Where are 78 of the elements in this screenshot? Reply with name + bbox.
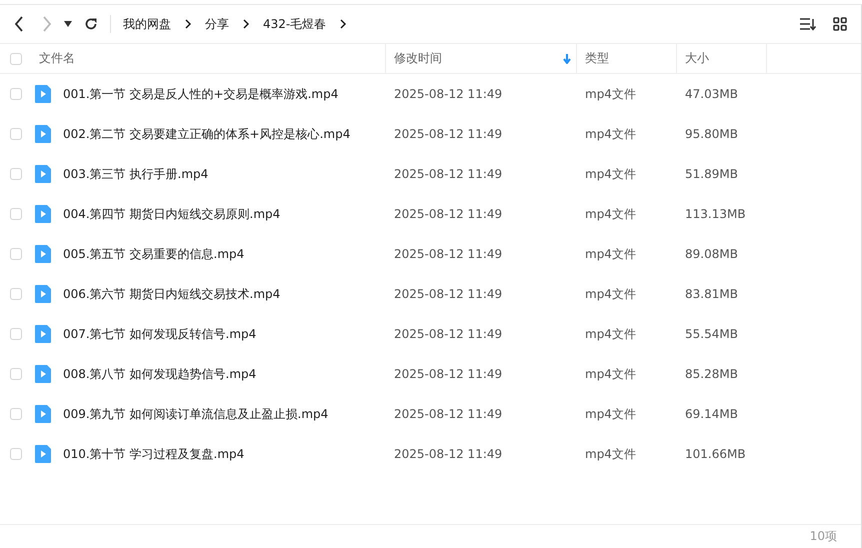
dropdown-icon[interactable]: [64, 21, 72, 27]
file-type: mp4文件: [585, 286, 636, 302]
file-size: 101.66MB: [685, 447, 746, 461]
modified-time: 2025-08-12 11:49: [394, 87, 502, 101]
row-checkbox[interactable]: [10, 208, 22, 220]
select-all-checkbox[interactable]: [10, 52, 22, 64]
video-file-icon: [35, 85, 51, 103]
row-checkbox[interactable]: [10, 248, 22, 260]
video-file-icon: [35, 405, 51, 423]
column-header[interactable]: 文件名: [39, 50, 385, 67]
breadcrumb-link[interactable]: 分享: [205, 16, 229, 32]
chevron-icon: [241, 19, 251, 29]
file-name[interactable]: 008.第八节 如何发现趋势信号.mp4: [63, 366, 256, 382]
modified-time: 2025-08-12 11:49: [394, 447, 502, 461]
row-checkbox[interactable]: [10, 448, 22, 460]
file-type: mp4文件: [585, 126, 636, 142]
column-header[interactable]: 大小: [685, 50, 766, 67]
right-chevron-icon: [42, 16, 52, 32]
file-name[interactable]: 005.第五节 交易重要的信息.mp4: [63, 246, 244, 262]
row-checkbox[interactable]: [10, 368, 22, 380]
modified-time: 2025-08-12 11:49: [394, 287, 502, 301]
file-name[interactable]: 002.第二节 交易要建立正确的体系+风控是核心.mp4: [63, 126, 350, 142]
video-file-icon: [35, 365, 51, 383]
video-file-icon: [35, 125, 51, 143]
left-chevron-icon: [14, 16, 24, 32]
item-count: 10项: [810, 528, 837, 545]
modified-time: 2025-08-12 11:49: [394, 167, 502, 181]
file-type: mp4文件: [585, 166, 636, 182]
file-size: 69.14MB: [685, 407, 738, 421]
column-header[interactable]: 类型: [585, 50, 676, 67]
row-checkbox[interactable]: [10, 128, 22, 140]
column-header[interactable]: 修改时间: [394, 50, 563, 67]
modified-time: 2025-08-12 11:49: [394, 207, 502, 221]
file-size: 55.54MB: [685, 327, 738, 341]
video-file-icon: [35, 165, 51, 183]
sort-icon[interactable]: [799, 17, 817, 31]
video-file-icon: [35, 445, 51, 463]
file-size: 83.81MB: [685, 287, 738, 301]
video-file-icon: [35, 285, 51, 303]
file-type: mp4文件: [585, 446, 636, 462]
file-size: 51.89MB: [685, 167, 738, 181]
file-size: 113.13MB: [685, 207, 746, 221]
modified-time: 2025-08-12 11:49: [394, 327, 502, 341]
file-type: mp4文件: [585, 246, 636, 262]
file-type: mp4文件: [585, 406, 636, 422]
chevron-icon: [338, 19, 348, 29]
file-type: mp4文件: [585, 86, 636, 102]
file-name[interactable]: 010.第十节 学习过程及复盘.mp4: [63, 446, 244, 462]
file-name[interactable]: 004.第四节 期货日内短线交易原则.mp4: [63, 206, 280, 222]
row-checkbox[interactable]: [10, 88, 22, 100]
row-checkbox[interactable]: [10, 328, 22, 340]
breadcrumb-link[interactable]: 我的网盘: [123, 16, 171, 32]
row-checkbox[interactable]: [10, 408, 22, 420]
chevron-icon: [183, 19, 193, 29]
file-type: mp4文件: [585, 326, 636, 342]
file-name[interactable]: 003.第三节 执行手册.mp4: [63, 166, 208, 182]
row-checkbox[interactable]: [10, 168, 22, 180]
modified-time: 2025-08-12 11:49: [394, 127, 502, 141]
refresh-icon[interactable]: [84, 17, 98, 31]
modified-time: 2025-08-12 11:49: [394, 247, 502, 261]
modified-time: 2025-08-12 11:49: [394, 407, 502, 421]
row-checkbox[interactable]: [10, 288, 22, 300]
file-name[interactable]: 009.第九节 如何阅读订单流信息及止盈止损.mp4: [63, 406, 328, 422]
file-size: 95.80MB: [685, 127, 738, 141]
file-name[interactable]: 006.第六节 期货日内短线交易技术.mp4: [63, 286, 280, 302]
file-size: 89.08MB: [685, 247, 738, 261]
file-size: 85.28MB: [685, 367, 738, 381]
video-file-icon: [35, 205, 51, 223]
breadcrumb-link[interactable]: 432-毛煜春: [263, 16, 326, 32]
file-name[interactable]: 001.第一节 交易是反人性的+交易是概率游戏.mp4: [63, 86, 338, 102]
video-file-icon: [35, 245, 51, 263]
file-type: mp4文件: [585, 366, 636, 382]
file-name[interactable]: 007.第七节 如何发现反转信号.mp4: [63, 326, 256, 342]
modified-time: 2025-08-12 11:49: [394, 367, 502, 381]
file-type: mp4文件: [585, 206, 636, 222]
file-size: 47.03MB: [685, 87, 738, 101]
video-file-icon: [35, 325, 51, 343]
grid-view-icon[interactable]: [833, 17, 847, 31]
